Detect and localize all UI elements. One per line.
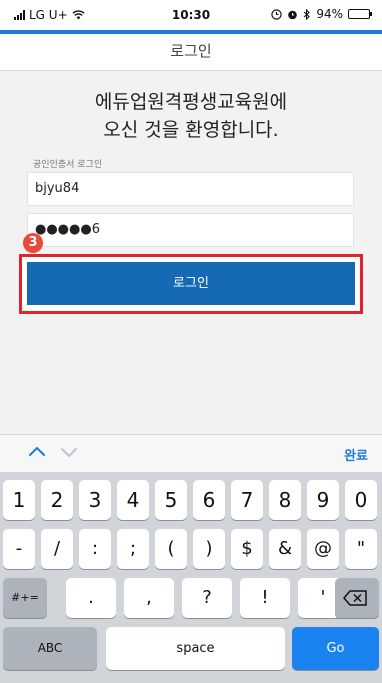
key-exclamation[interactable]: ! — [240, 578, 290, 618]
login-button[interactable]: 로그인 — [27, 262, 355, 305]
alarm-icon — [288, 10, 298, 19]
keyboard: 1 2 3 4 5 6 7 8 9 0 - / : ; ( ) $ & @ " … — [0, 472, 382, 683]
welcome-message: 에듀업원격평생교육원에 오신 것을 환영합니다. — [0, 88, 382, 144]
key-9[interactable]: 9 — [307, 480, 339, 520]
key-0[interactable]: 0 — [345, 480, 377, 520]
clock-alarm-icon — [271, 8, 283, 20]
key-open-paren[interactable]: ( — [155, 529, 187, 569]
password-input[interactable]: ●●●●●6 — [27, 213, 354, 247]
chevron-up-icon[interactable] — [26, 441, 48, 463]
key-dollar[interactable]: $ — [231, 529, 263, 569]
key-dash[interactable]: - — [3, 529, 35, 569]
battery-percent: 94% — [316, 7, 343, 21]
key-comma[interactable]: , — [124, 578, 174, 618]
delete-key[interactable] — [335, 578, 379, 618]
nav-bar: 로그인 — [0, 34, 382, 71]
battery-icon — [348, 9, 372, 19]
key-5[interactable]: 5 — [155, 480, 187, 520]
key-2[interactable]: 2 — [41, 480, 73, 520]
symbols-toggle-key[interactable]: #+= — [3, 578, 47, 618]
abc-key[interactable]: ABC — [3, 627, 97, 670]
key-question[interactable]: ? — [182, 578, 232, 618]
step-badge: 3 — [23, 233, 43, 253]
status-right: 94% — [271, 7, 372, 21]
key-slash[interactable]: / — [41, 529, 73, 569]
key-6[interactable]: 6 — [193, 480, 225, 520]
key-semicolon[interactable]: ; — [117, 529, 149, 569]
page-title: 로그인 — [170, 42, 212, 60]
key-period[interactable]: . — [66, 578, 116, 618]
bluetooth-icon — [303, 8, 311, 20]
key-7[interactable]: 7 — [231, 480, 263, 520]
welcome-line-2: 오신 것을 환영합니다. — [103, 119, 279, 141]
space-key[interactable]: space — [106, 627, 285, 670]
key-quote[interactable]: " — [345, 529, 377, 569]
key-3[interactable]: 3 — [79, 480, 111, 520]
key-colon[interactable]: : — [79, 529, 111, 569]
key-at[interactable]: @ — [307, 529, 339, 569]
key-1[interactable]: 1 — [3, 480, 35, 520]
status-bar: LG U+ 10:30 94% — [0, 0, 382, 30]
userid-input[interactable]: bjyu84 — [27, 172, 354, 206]
go-key[interactable]: Go — [292, 627, 379, 670]
done-button[interactable]: 완료 — [344, 445, 368, 464]
welcome-line-1: 에듀업원격평생교육원에 — [94, 91, 288, 113]
key-8[interactable]: 8 — [269, 480, 301, 520]
backspace-icon — [343, 590, 367, 606]
key-close-paren[interactable]: ) — [193, 529, 225, 569]
key-ampersand[interactable]: & — [269, 529, 301, 569]
keyboard-accessory-bar: 완료 — [0, 434, 382, 473]
cert-login-label[interactable]: 공인인증서 로그인 — [33, 157, 102, 170]
key-4[interactable]: 4 — [117, 480, 149, 520]
chevron-down-icon[interactable] — [58, 441, 80, 463]
